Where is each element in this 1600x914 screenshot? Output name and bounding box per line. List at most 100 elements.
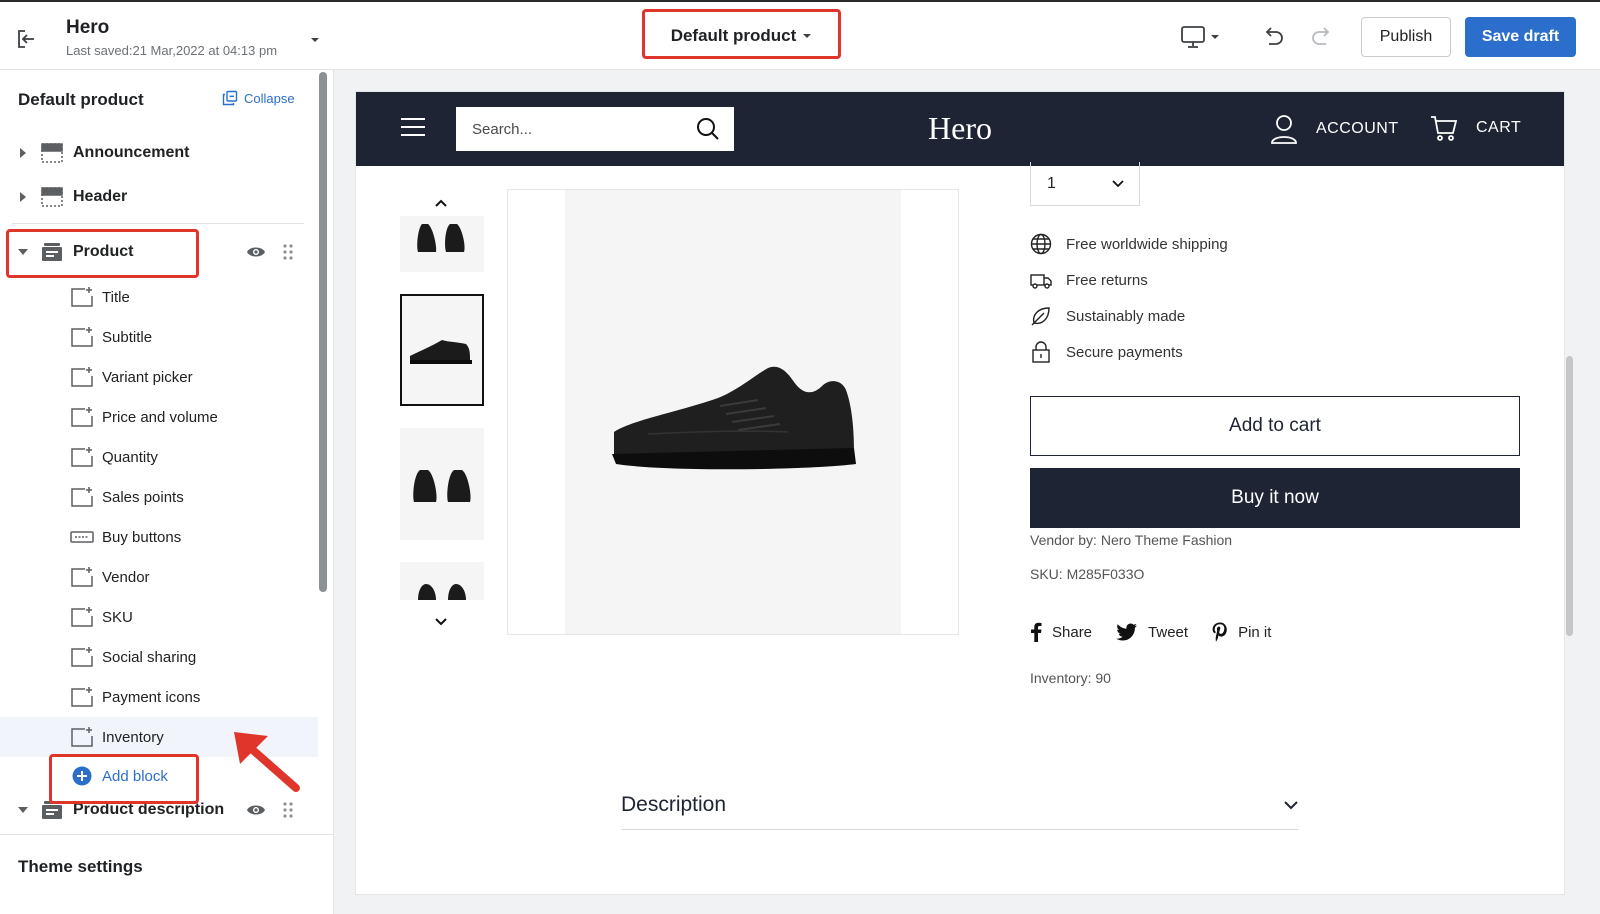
product-thumbnail[interactable]: [400, 216, 484, 272]
drag-handle-icon[interactable]: [283, 244, 293, 260]
section-icon: [41, 143, 63, 163]
block-icon: [71, 687, 93, 707]
vendor-text: Vendor by: Nero Theme Fashion: [1030, 532, 1233, 548]
block-label: Vendor: [102, 568, 150, 586]
block-icon: [71, 367, 93, 387]
save-draft-button[interactable]: Save draft: [1465, 17, 1576, 57]
product-thumbnail[interactable]: [400, 428, 484, 540]
caret-right-icon: [20, 148, 26, 158]
share-facebook-button[interactable]: Share: [1030, 622, 1092, 642]
divider: [12, 223, 304, 224]
block-quantity[interactable]: Quantity: [0, 437, 318, 477]
highlight-box: [6, 229, 199, 278]
sales-point-label: Free worldwide shipping: [1066, 235, 1228, 253]
store-preview: Search... Hero ACCOUNT CART 1 Free world…: [356, 92, 1564, 894]
sku-text: SKU: M285F033O: [1030, 566, 1145, 582]
collapse-button[interactable]: Collapse: [222, 90, 295, 106]
pinterest-icon: [1212, 622, 1227, 642]
sidebar-scrollbar[interactable]: [319, 72, 327, 592]
shoe-thumbnail-image: [418, 584, 466, 600]
leaf-icon: [1031, 307, 1050, 326]
sales-point: Free returns: [1030, 269, 1148, 291]
pin-label: Pin it: [1238, 623, 1272, 641]
cart-link[interactable]: CART: [1430, 114, 1521, 142]
block-variant-picker[interactable]: Variant picker: [0, 357, 318, 397]
exit-icon[interactable]: [12, 26, 38, 52]
desktop-view-icon[interactable]: [1180, 24, 1224, 50]
section-announcement[interactable]: Announcement: [0, 133, 318, 173]
redo-icon[interactable]: [1309, 24, 1335, 50]
caret-right-icon: [20, 192, 26, 202]
theme-settings-label: Theme settings: [18, 857, 143, 876]
theme-settings[interactable]: Theme settings: [0, 834, 334, 914]
block-icon: [71, 407, 93, 427]
share-pinterest-button[interactable]: Pin it: [1212, 622, 1271, 642]
undo-icon[interactable]: [1260, 24, 1286, 50]
block-vendor[interactable]: Vendor: [0, 557, 318, 597]
collapse-icon: [222, 90, 238, 106]
chevron-down-icon[interactable]: [309, 33, 321, 45]
block-payment-icons[interactable]: Payment icons: [0, 677, 318, 717]
inventory-text: Inventory: 90: [1030, 670, 1111, 686]
sales-point-label: Free returns: [1066, 271, 1148, 289]
block-icon: [71, 487, 93, 507]
block-social-sharing[interactable]: Social sharing: [0, 637, 318, 677]
block-icon: [71, 727, 93, 747]
twitter-icon: [1116, 623, 1138, 641]
product-thumbnail[interactable]: [400, 562, 484, 600]
shoe-image: [612, 366, 856, 470]
block-label: Payment icons: [102, 688, 201, 706]
block-subtitle[interactable]: Subtitle: [0, 317, 318, 357]
block-sku[interactable]: SKU: [0, 597, 318, 637]
preview-scrollbar[interactable]: [1566, 356, 1573, 636]
block-label: Title: [102, 288, 130, 306]
eye-icon[interactable]: [246, 802, 266, 818]
block-label: SKU: [102, 608, 133, 626]
block-label: Sales points: [102, 488, 184, 506]
chevron-up-icon[interactable]: [434, 198, 448, 208]
collapse-label: Collapse: [244, 90, 295, 106]
publish-button[interactable]: Publish: [1361, 17, 1451, 57]
btn-icon: [70, 531, 94, 543]
store-header: Search... Hero ACCOUNT CART: [356, 92, 1564, 166]
block-label: Subtitle: [102, 328, 153, 346]
eye-icon[interactable]: [246, 244, 266, 260]
sales-point-label: Secure payments: [1066, 343, 1183, 361]
highlight-box: [49, 754, 199, 804]
shoe-thumbnail-image: [417, 224, 465, 252]
sales-point: Secure payments: [1030, 341, 1183, 363]
buy-it-now-button[interactable]: Buy it now: [1030, 468, 1520, 528]
caret-down-icon: [18, 807, 28, 813]
block-sales-points[interactable]: Sales points: [0, 477, 318, 517]
chevron-down-icon[interactable]: [434, 617, 448, 627]
shoe-thumbnail-image: [413, 470, 471, 502]
block-title[interactable]: Title: [0, 277, 318, 317]
section-header[interactable]: Header: [0, 177, 318, 217]
block-label: Buy buttons: [102, 528, 182, 546]
theme-title: Hero: [66, 17, 110, 38]
block-icon: [71, 287, 93, 307]
drag-handle-icon[interactable]: [283, 802, 293, 818]
product-thumbnail-selected[interactable]: [400, 294, 484, 406]
block-icon: [71, 327, 93, 347]
section-header-label: Header: [73, 188, 128, 205]
block-price-and-volume[interactable]: Price and volume: [0, 397, 318, 437]
block-icon: [71, 567, 93, 587]
product-main-image[interactable]: [507, 189, 959, 635]
quantity-select[interactable]: 1: [1030, 162, 1140, 206]
user-icon: [1271, 115, 1297, 144]
globe-icon: [1030, 233, 1052, 255]
share-label: Share: [1052, 623, 1093, 641]
description-accordion[interactable]: Description: [621, 780, 1299, 830]
facebook-icon: [1031, 622, 1042, 642]
tweet-label: Tweet: [1148, 623, 1189, 641]
section-icon: [41, 187, 63, 207]
block-icon: [71, 607, 93, 627]
account-link[interactable]: ACCOUNT: [1270, 114, 1399, 144]
block-buy-buttons[interactable]: Buy buttons: [0, 517, 318, 557]
last-saved-text: Last saved:21 Mar,2022 at 04:13 pm: [66, 43, 278, 58]
add-to-cart-button[interactable]: Add to cart: [1030, 396, 1520, 456]
social-sharing: Share Tweet Pin it: [1030, 622, 1271, 642]
share-twitter-button[interactable]: Tweet: [1116, 623, 1188, 641]
block-icon: [71, 447, 93, 467]
